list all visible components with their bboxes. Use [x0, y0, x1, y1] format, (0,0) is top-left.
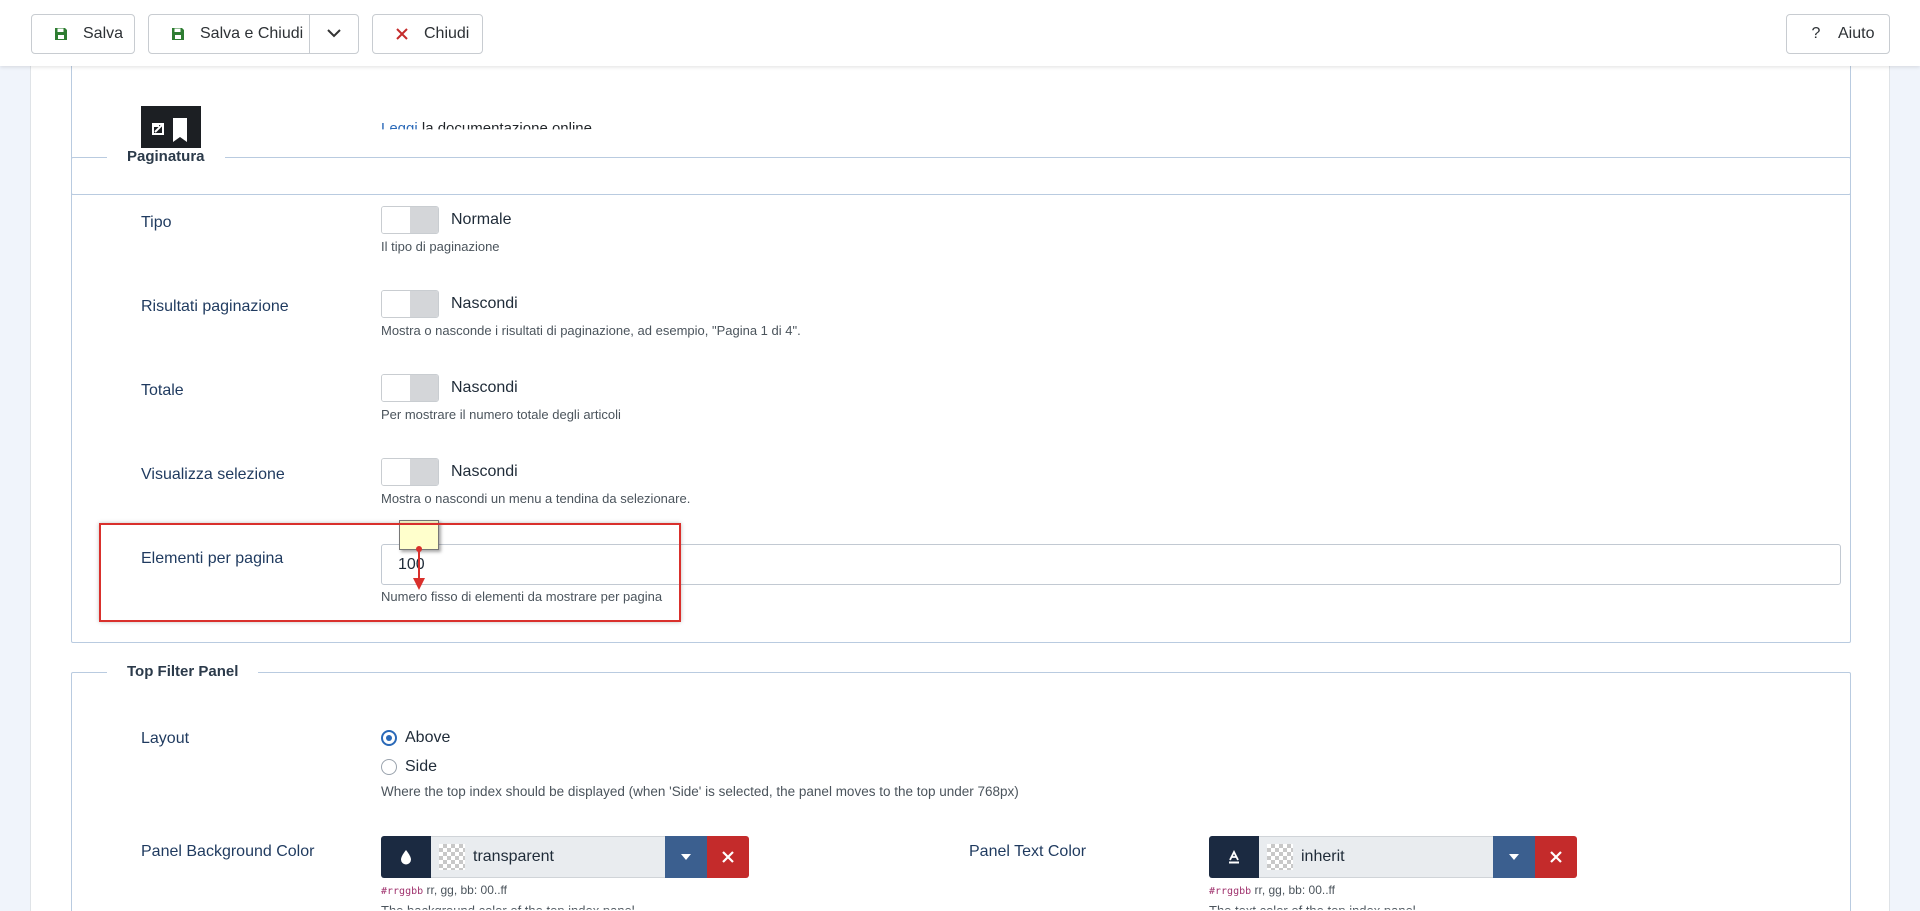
total-switch-value: Nascondi: [451, 379, 518, 396]
panel-background-color-field[interactable]: transparent: [431, 836, 665, 878]
panel-background-color-hint: #rrggbb rr, gg, bb: 00..ff: [381, 883, 507, 897]
pagination-legend: Paginatura: [107, 148, 225, 165]
panel-background-color-label: Panel Background Color: [141, 843, 315, 860]
pagination-results-switch[interactable]: [381, 290, 439, 318]
annotation-highlight-box: [99, 523, 681, 622]
close-button[interactable]: Chiudi: [372, 14, 483, 54]
panel-text-color-clear-button[interactable]: [1535, 836, 1577, 878]
layout-description: Where the top index should be displayed …: [381, 784, 1019, 799]
show-selection-value: Nascondi: [451, 463, 518, 480]
toolbar: Salva Salva e Chiudi Chiudi ? Aiuto: [0, 0, 1920, 66]
pagination-results-label: Risultati paginazione: [141, 298, 289, 315]
type-description: Il tipo di paginazione: [381, 239, 500, 254]
question-icon: ?: [1811, 25, 1821, 42]
pagination-results-value: Nascondi: [451, 295, 518, 312]
panel-background-color-value: transparent: [473, 848, 554, 865]
transparency-swatch: [439, 844, 465, 870]
font-color-icon[interactable]: [1209, 836, 1259, 878]
help-button-label: Aiuto: [1838, 25, 1875, 42]
save-options-dropdown-button[interactable]: [309, 14, 359, 54]
layout-option-side[interactable]: Side: [405, 758, 437, 776]
panel-text-color-hint: #rrggbb rr, gg, bb: 00..ff: [1209, 883, 1335, 897]
type-switch-value: Normale: [451, 211, 512, 228]
type-switch[interactable]: [381, 206, 439, 234]
total-label: Totale: [141, 382, 184, 399]
content-area: Leggi la documentazione online. Paginatu…: [30, 46, 1890, 911]
transparency-swatch: [1267, 844, 1293, 870]
close-icon: [392, 28, 412, 40]
panel-text-color-field[interactable]: inherit: [1259, 836, 1493, 878]
floppy-disk-icon: [168, 27, 188, 41]
layout-label: Layout: [141, 730, 190, 747]
top-filter-legend: Top Filter Panel: [107, 663, 259, 680]
show-selection-description: Mostra o nascondi un menu a tendina da s…: [381, 491, 691, 506]
show-selection-label: Visualizza selezione: [141, 466, 285, 483]
panel-text-color-value: inherit: [1301, 848, 1345, 865]
save-button-label: Salva: [83, 25, 124, 42]
layout-option-above[interactable]: Above: [405, 729, 450, 747]
layout-radio-above[interactable]: [381, 730, 397, 746]
layout-radio-side[interactable]: [381, 759, 397, 775]
panel-text-color-dropdown-button[interactable]: [1493, 836, 1535, 878]
panel-text-color-picker: inherit: [1209, 836, 1577, 878]
droplet-icon[interactable]: [381, 836, 431, 878]
floppy-disk-icon: [51, 27, 71, 41]
save-button[interactable]: Salva: [31, 14, 135, 54]
help-button[interactable]: ? Aiuto: [1786, 14, 1890, 54]
close-button-label: Chiudi: [424, 25, 470, 42]
total-switch[interactable]: [381, 374, 439, 402]
pagination-results-description: Mostra o nasconde i risultati di paginaz…: [381, 323, 801, 338]
panel-text-color-label: Panel Text Color: [969, 843, 1087, 860]
panel-background-color-clear-button[interactable]: [707, 836, 749, 878]
show-selection-switch[interactable]: [381, 458, 439, 486]
panel-background-color-dropdown-button[interactable]: [665, 836, 707, 878]
save-and-close-button[interactable]: Salva e Chiudi: [148, 14, 310, 54]
panel-background-color-picker: transparent: [381, 836, 749, 878]
total-description: Per mostrare il numero totale degli arti…: [381, 407, 621, 422]
save-and-close-label: Salva e Chiudi: [200, 25, 304, 42]
type-label: Tipo: [141, 214, 172, 231]
documentation-book-icon: [141, 106, 201, 154]
chevron-down-icon: [327, 25, 341, 43]
